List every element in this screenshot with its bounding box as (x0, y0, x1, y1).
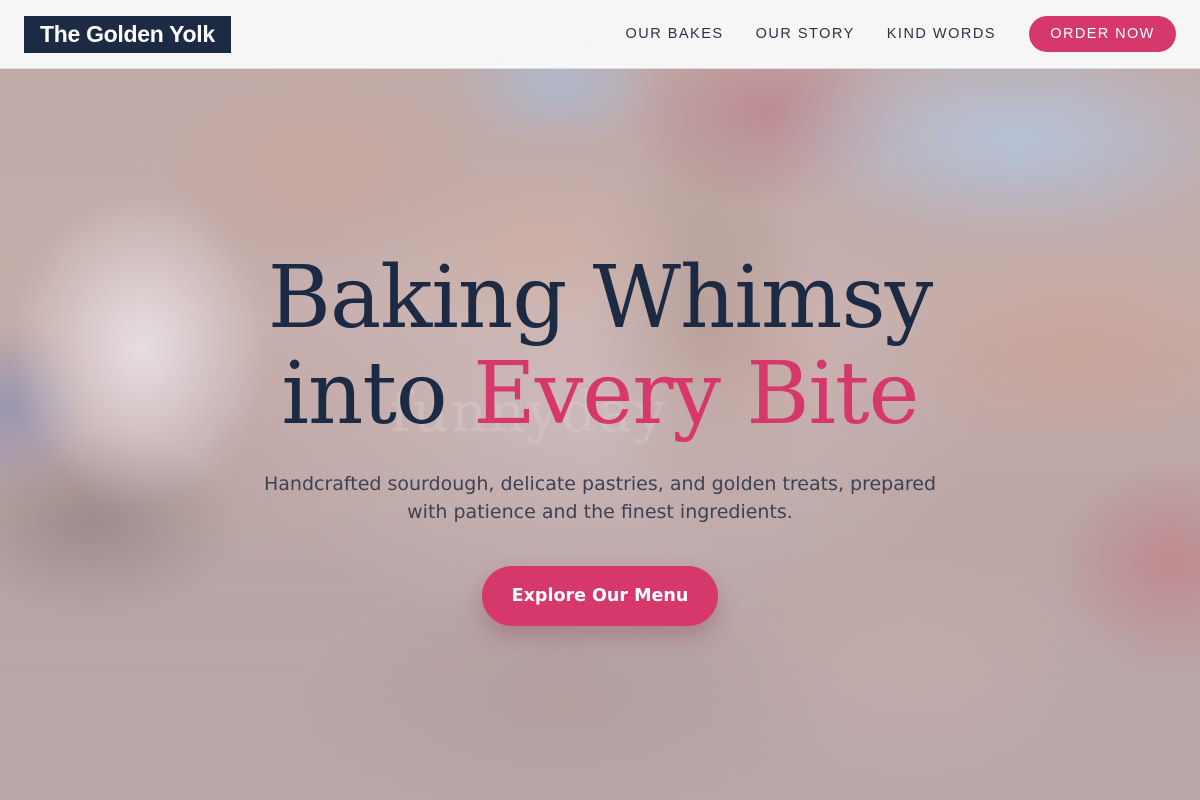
hero-title-accent: Every Bite (473, 344, 919, 444)
hero-title: Baking Whimsy into Every Bite (0, 250, 1200, 442)
hero-subtitle: Handcrafted sourdough, delicate pastries… (263, 473, 937, 523)
explore-menu-button[interactable]: Explore Our Menu (482, 566, 718, 626)
nav-link-kind-words[interactable]: KIND WORDS (887, 26, 996, 42)
site-header: The Golden Yolk OUR BAKES OUR STORY KIND… (0, 0, 1200, 69)
order-now-button[interactable]: ORDER NOW (1029, 16, 1176, 52)
main-nav: OUR BAKES OUR STORY KIND WORDS ORDER NOW (625, 16, 1176, 52)
brand-logo[interactable]: The Golden Yolk (24, 15, 231, 53)
hero-title-plain: into (281, 344, 447, 444)
hero-title-line-2: into Every Bite (0, 346, 1200, 442)
nav-link-our-bakes[interactable]: OUR BAKES (625, 26, 723, 42)
nav-link-our-story[interactable]: OUR STORY (756, 26, 855, 42)
landing-page: The Golden Yolk OUR BAKES OUR STORY KIND… (0, 0, 1200, 800)
hero-title-line-1: Baking Whimsy (267, 248, 933, 348)
